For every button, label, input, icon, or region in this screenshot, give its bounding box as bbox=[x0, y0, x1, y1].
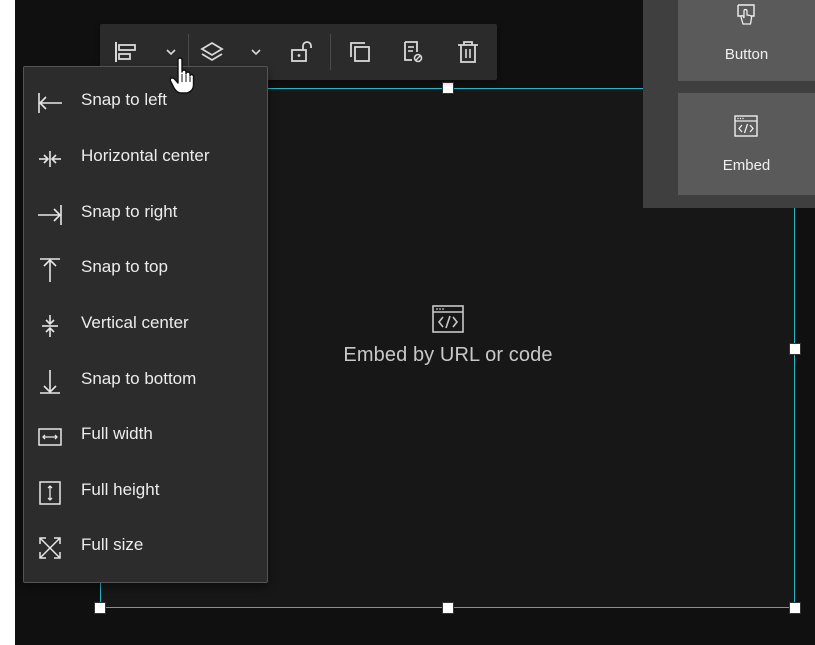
menu-item-label: Snap to left bbox=[81, 90, 168, 109]
trash-icon bbox=[458, 41, 478, 63]
button-pointer-icon bbox=[737, 4, 755, 25]
unlock-icon bbox=[291, 41, 312, 62]
menu-item-full-size[interactable]: Full size bbox=[24, 522, 267, 572]
embed-placeholder[interactable]: Embed by URL or code bbox=[318, 304, 578, 404]
edit-settings-button[interactable] bbox=[392, 32, 432, 72]
resize-handle-bottom-center[interactable] bbox=[442, 602, 454, 614]
duplicate-button[interactable] bbox=[340, 32, 380, 72]
full-width-icon bbox=[36, 423, 64, 451]
menu-item-horizontal-center[interactable]: Horizontal center bbox=[24, 133, 267, 183]
delete-button[interactable] bbox=[448, 32, 488, 72]
menu-item-label: Vertical center bbox=[81, 313, 189, 332]
full-size-icon bbox=[36, 534, 64, 562]
vertical-center-icon bbox=[36, 312, 64, 340]
widget-card-button[interactable]: Button bbox=[678, 0, 815, 81]
resize-handle-bottom-right[interactable] bbox=[789, 602, 801, 614]
resize-handle-right-center[interactable] bbox=[789, 343, 801, 355]
duplicate-icon bbox=[350, 42, 370, 62]
menu-item-label: Full height bbox=[81, 480, 160, 499]
menu-item-label: Snap to right bbox=[81, 202, 178, 221]
menu-item-snap-to-right[interactable]: Snap to right bbox=[24, 189, 267, 239]
hand-pointer-cursor-icon bbox=[169, 57, 195, 94]
resize-handle-bottom-left[interactable] bbox=[94, 602, 106, 614]
embed-icon bbox=[734, 115, 758, 137]
screen: Embed by URL or code Button Embed Snap t… bbox=[0, 0, 815, 645]
snap-top-icon bbox=[36, 256, 64, 284]
snap-bottom-icon bbox=[36, 368, 64, 396]
resize-handle-top-center[interactable] bbox=[442, 82, 454, 94]
menu-item-label: Horizontal center bbox=[81, 146, 210, 165]
menu-item-label: Snap to bottom bbox=[81, 369, 197, 388]
menu-item-snap-to-left[interactable]: Snap to left bbox=[24, 77, 267, 127]
menu-item-label: Full size bbox=[81, 535, 144, 554]
layers-icon bbox=[200, 41, 224, 62]
embed-icon bbox=[432, 305, 464, 333]
widget-panel: Button Embed bbox=[643, 0, 815, 208]
snap-right-icon bbox=[36, 201, 64, 229]
lock-button[interactable] bbox=[280, 32, 320, 72]
full-height-icon bbox=[36, 479, 64, 507]
menu-item-snap-to-top[interactable]: Snap to top bbox=[24, 244, 267, 294]
menu-item-snap-to-bottom[interactable]: Snap to bottom bbox=[24, 356, 267, 406]
widget-card-label: Embed bbox=[722, 157, 771, 174]
menu-item-full-height[interactable]: Full height bbox=[24, 467, 267, 517]
toolbar-divider bbox=[330, 34, 331, 70]
menu-item-label: Snap to top bbox=[81, 257, 168, 276]
align-dropdown-menu: Snap to left Horizontal center Snap to r… bbox=[23, 66, 268, 583]
menu-item-vertical-center[interactable]: Vertical center bbox=[24, 300, 267, 350]
embed-placeholder-text: Embed by URL or code bbox=[343, 344, 553, 366]
edit-settings-icon bbox=[404, 41, 423, 63]
align-left-icon bbox=[115, 42, 136, 62]
widget-card-embed[interactable]: Embed bbox=[678, 93, 815, 195]
widget-card-label: Button bbox=[724, 46, 769, 63]
menu-item-label: Full width bbox=[81, 424, 153, 443]
horizontal-center-icon bbox=[36, 145, 64, 173]
chevron-down-icon bbox=[251, 49, 261, 56]
snap-left-icon bbox=[36, 89, 64, 117]
menu-item-full-width[interactable]: Full width bbox=[24, 411, 267, 461]
